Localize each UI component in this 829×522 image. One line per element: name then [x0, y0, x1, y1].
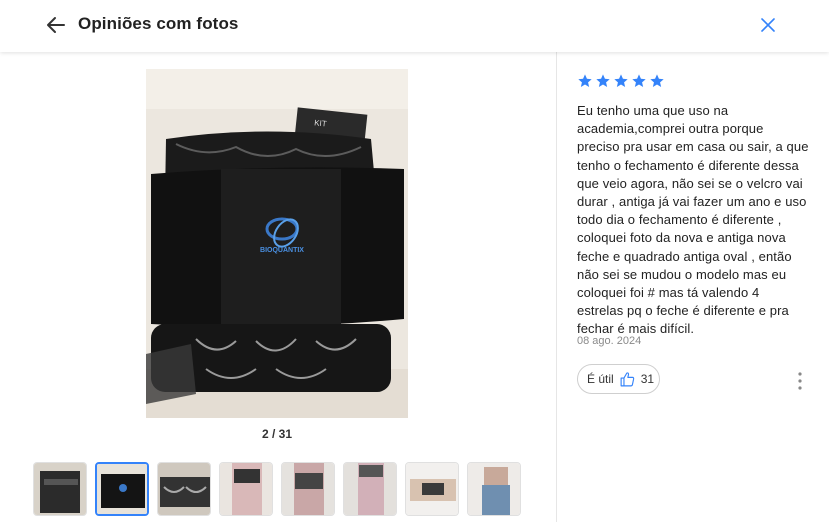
useful-button[interactable]: É útil 31 — [577, 364, 660, 394]
useful-label: É útil — [587, 372, 614, 386]
photo-logo-text: BIOQUANTIX — [260, 247, 304, 254]
thumbnail-8[interactable] — [467, 462, 521, 516]
review-text: Eu tenho uma que uso na academia,comprei… — [577, 103, 809, 337]
thumbs-up-icon — [620, 371, 634, 386]
header: Opiniões com fotos — [0, 0, 829, 52]
star-icon — [596, 74, 610, 87]
photo-label-text: KIT — [314, 118, 327, 128]
thumbnail-4[interactable] — [219, 462, 273, 516]
thumbnail-3[interactable] — [157, 462, 211, 516]
thumbnail-6[interactable] — [343, 462, 397, 516]
star-icon — [650, 74, 664, 87]
thumbnail-1[interactable] — [33, 462, 87, 516]
star-icon — [578, 74, 592, 87]
rating-stars — [577, 73, 665, 91]
review-date: 08 ago. 2024 — [577, 335, 642, 347]
more-vertical-icon[interactable] — [792, 370, 808, 392]
thumbnail-7[interactable] — [405, 462, 459, 516]
useful-count: 31 — [640, 372, 655, 386]
thumbnail-2[interactable] — [95, 462, 149, 516]
star-icon — [632, 74, 646, 87]
photo-counter: 2 / 31 — [261, 427, 293, 441]
close-icon[interactable] — [756, 13, 780, 37]
review-photo: KIT BIOQUANTIX — [146, 69, 408, 418]
star-icon — [614, 74, 628, 87]
thumbnail-5[interactable] — [281, 462, 335, 516]
page-title: Opiniões com fotos — [78, 14, 239, 33]
arrow-left-icon[interactable] — [40, 12, 70, 38]
